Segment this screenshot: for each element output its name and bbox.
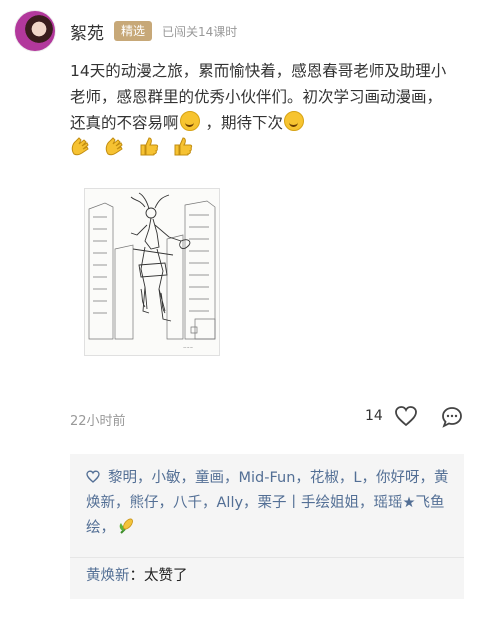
clapping-hands-icon [71, 137, 89, 156]
artwork-image[interactable]: ~~~ [84, 188, 220, 356]
heart-outline-icon [86, 470, 100, 483]
comment-author[interactable]: 黄焕新 [86, 568, 130, 584]
comment-item: 黄焕新：太赞了 [86, 564, 188, 588]
grinning-face-icon [179, 111, 200, 131]
liker-names[interactable]: 黎明，小敏，童画，Mid-Fun，花椒，L，你好呀，黄焕新，熊仔，八千，Ally… [86, 470, 448, 536]
thumbs-up-icon [140, 137, 159, 156]
emoji-row [70, 136, 194, 156]
thumbs-up-icon [174, 137, 193, 156]
comment-bubble-icon[interactable] [440, 405, 464, 429]
heart-icon[interactable] [393, 404, 419, 428]
post-text: 14天的动漫之旅，累而愉快着，感恩春哥老师及助理小老师，感恩群里的优秀小伙伴们。… [70, 58, 455, 136]
clapping-hands-icon [105, 137, 123, 156]
interaction-panel: 黎明，小敏，童画，Mid-Fun，花椒，L，你好呀，黄焕新，熊仔，八千，Ally… [70, 454, 464, 599]
progress-meta: 已闯关14课时 [162, 24, 238, 39]
post-text-part2: ，期待下次 [205, 114, 283, 132]
featured-badge: 精选 [114, 21, 153, 41]
corn-icon [119, 518, 133, 534]
comment-separator: ： [129, 568, 145, 584]
like-count: 14 [365, 408, 383, 424]
divider [70, 557, 464, 558]
likes-list: 黎明，小敏，童画，Mid-Fun，花椒，L，你好呀，黄焕新，熊仔，八千，Ally… [86, 466, 454, 541]
username[interactable]: 絮苑 [70, 19, 104, 44]
avatar[interactable] [14, 10, 56, 52]
comment-text: 太赞了 [144, 568, 188, 584]
post-header: 絮苑 精选 已闯关14课时 [70, 18, 237, 44]
svg-text:~~~: ~~~ [183, 345, 193, 350]
post-time: 22小时前 [70, 414, 126, 429]
smiling-face-icon [283, 111, 304, 131]
